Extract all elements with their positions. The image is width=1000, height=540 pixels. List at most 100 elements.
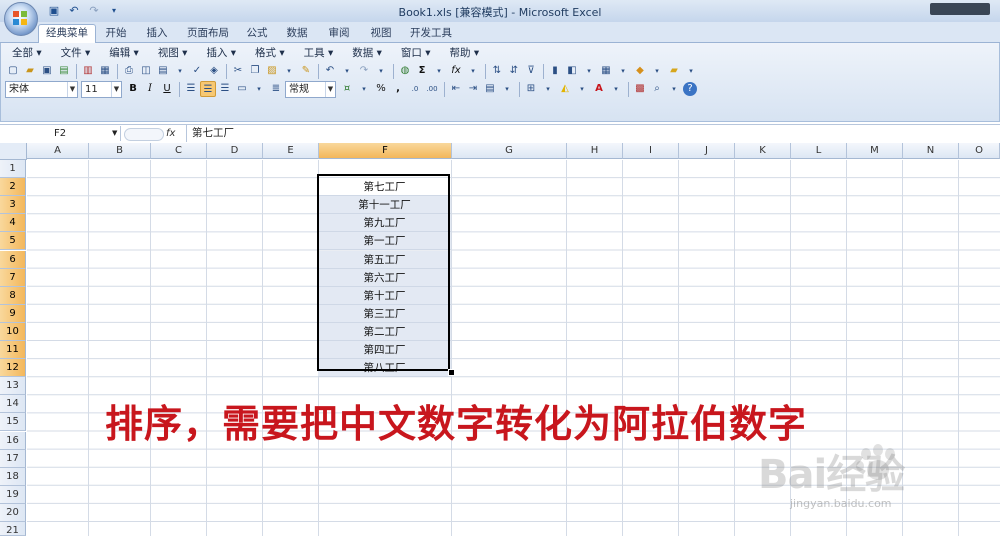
- row-header-3[interactable]: 3: [0, 196, 26, 215]
- row-header-18[interactable]: 18: [0, 467, 26, 486]
- menu-window[interactable]: 窗口 ▾: [394, 45, 438, 61]
- insert-function-button[interactable]: fx: [166, 126, 182, 141]
- comma-button[interactable]: ,: [390, 81, 406, 97]
- row-header-7[interactable]: 7: [0, 268, 26, 287]
- font-color-icon[interactable]: A: [591, 81, 607, 97]
- filter-icon[interactable]: ⊽: [523, 63, 539, 79]
- decrease-decimal-icon[interactable]: .00: [424, 81, 440, 97]
- insert-function-icon[interactable]: fx: [448, 63, 464, 79]
- copy-icon[interactable]: ❐: [247, 63, 263, 79]
- merge-center-icon[interactable]: ▭: [234, 81, 250, 97]
- percent-button[interactable]: %: [373, 81, 389, 97]
- undo-icon[interactable]: ↶: [322, 63, 338, 79]
- row-header-1[interactable]: 1: [0, 160, 26, 179]
- dropdown-icon[interactable]: ▾: [465, 63, 481, 79]
- name-box-dropdown-icon[interactable]: ▼: [112, 126, 117, 141]
- folder-icon[interactable]: ▰: [666, 63, 682, 79]
- dropdown-icon[interactable]: ▾: [431, 63, 447, 79]
- save-icon[interactable]: ▣: [39, 63, 55, 79]
- dropdown-icon[interactable]: ▾: [281, 63, 297, 79]
- column-header-o[interactable]: O: [959, 143, 1000, 159]
- row-header-12[interactable]: 12: [0, 359, 26, 378]
- permission-icon[interactable]: ▤: [56, 63, 72, 79]
- grid-icon[interactable]: ▦: [598, 63, 614, 79]
- dropdown-icon[interactable]: ▾: [172, 63, 188, 79]
- sort-descending-icon[interactable]: ⇵: [506, 63, 522, 79]
- column-header-j[interactable]: J: [679, 143, 735, 159]
- tab-view[interactable]: 视图: [366, 25, 396, 42]
- row-header-13[interactable]: 13: [0, 377, 26, 396]
- row-header-10[interactable]: 10: [0, 322, 26, 341]
- new-file-icon[interactable]: ▢: [5, 63, 21, 79]
- dropdown-icon[interactable]: ▾: [574, 81, 590, 97]
- dropdown-icon[interactable]: ▾: [683, 63, 699, 79]
- menu-view[interactable]: 视图 ▾: [151, 45, 195, 61]
- column-header-c[interactable]: C: [151, 143, 207, 159]
- row-header-5[interactable]: 5: [0, 232, 26, 251]
- row-header-17[interactable]: 17: [0, 449, 26, 468]
- sort-ascending-icon[interactable]: ⇅: [489, 63, 505, 79]
- tab-home[interactable]: 开始: [99, 25, 133, 42]
- column-header-d[interactable]: D: [207, 143, 263, 159]
- currency-icon[interactable]: ¤: [339, 81, 355, 97]
- number-format-combo[interactable]: 常规 ▼: [285, 80, 336, 98]
- format-painter-icon[interactable]: ✎: [298, 63, 314, 79]
- column-header-f[interactable]: F: [319, 143, 452, 159]
- tab-developer[interactable]: 开发工具: [408, 25, 454, 42]
- row-header-20[interactable]: 20: [0, 503, 26, 522]
- chevron-down-icon[interactable]: ▼: [111, 81, 121, 97]
- help-icon[interactable]: ?: [683, 82, 697, 96]
- font-name-combo[interactable]: 宋体 ▼: [5, 80, 78, 98]
- column-header-g[interactable]: G: [452, 143, 567, 159]
- menu-all[interactable]: 全部 ▾: [5, 45, 49, 61]
- row-header-21[interactable]: 21: [0, 522, 26, 536]
- preview-icon[interactable]: ◫: [138, 63, 154, 79]
- row-header-6[interactable]: 6: [0, 250, 26, 269]
- page-setup-icon[interactable]: ▤: [155, 63, 171, 79]
- tab-page-layout[interactable]: 页面布局: [182, 25, 234, 42]
- name-box[interactable]: F2: [0, 126, 121, 141]
- menu-edit[interactable]: 编辑 ▾: [102, 45, 146, 61]
- dropdown-icon[interactable]: ▾: [540, 81, 556, 97]
- open-folder-icon[interactable]: ▰: [22, 63, 38, 79]
- highlight-icon[interactable]: ◆: [632, 63, 648, 79]
- column-header-b[interactable]: B: [89, 143, 151, 159]
- borders-icon[interactable]: ⊞: [523, 81, 539, 97]
- select-all-corner[interactable]: [0, 143, 27, 160]
- bold-button[interactable]: B: [125, 81, 141, 97]
- column-header-l[interactable]: L: [791, 143, 847, 159]
- wrap-text-icon[interactable]: ≣: [268, 81, 284, 97]
- tab-insert[interactable]: 插入: [140, 25, 174, 42]
- chevron-down-icon[interactable]: ▼: [325, 81, 335, 97]
- redo-icon[interactable]: ↷: [356, 63, 372, 79]
- menu-data[interactable]: 数据 ▾: [345, 45, 389, 61]
- column-header-n[interactable]: N: [903, 143, 959, 159]
- underline-button[interactable]: U: [159, 81, 175, 97]
- dropdown-icon[interactable]: ▾: [608, 81, 624, 97]
- column-header-h[interactable]: H: [567, 143, 623, 159]
- column-header-k[interactable]: K: [735, 143, 791, 159]
- fill-color-icon[interactable]: ◭: [557, 81, 573, 97]
- drawing-icon[interactable]: ◧: [564, 63, 580, 79]
- dropdown-icon[interactable]: ▾: [499, 81, 515, 97]
- row-header-8[interactable]: 8: [0, 286, 26, 305]
- row-header-14[interactable]: 14: [0, 395, 26, 414]
- row-header-15[interactable]: 15: [0, 413, 26, 432]
- align-right-icon[interactable]: ☰: [217, 81, 233, 97]
- pdf-icon[interactable]: ▥: [80, 63, 96, 79]
- spelling-icon[interactable]: ✓: [189, 63, 205, 79]
- row-header-16[interactable]: 16: [0, 431, 26, 450]
- menu-tools[interactable]: 工具 ▾: [297, 45, 341, 61]
- decrease-indent-icon[interactable]: ⇤: [448, 81, 464, 97]
- tab-formulas[interactable]: 公式: [242, 25, 272, 42]
- research-icon[interactable]: ◈: [206, 63, 222, 79]
- dropdown-icon[interactable]: ▾: [615, 63, 631, 79]
- increase-indent-icon[interactable]: ⇥: [465, 81, 481, 97]
- menu-file[interactable]: 文件 ▾: [54, 45, 98, 61]
- align-left-icon[interactable]: ☰: [183, 81, 199, 97]
- row-header-2[interactable]: 2: [0, 178, 26, 197]
- column-header-e[interactable]: E: [263, 143, 319, 159]
- row-header-11[interactable]: 11: [0, 341, 26, 360]
- tab-review[interactable]: 审阅: [324, 25, 354, 42]
- chart-icon[interactable]: ▮: [547, 63, 563, 79]
